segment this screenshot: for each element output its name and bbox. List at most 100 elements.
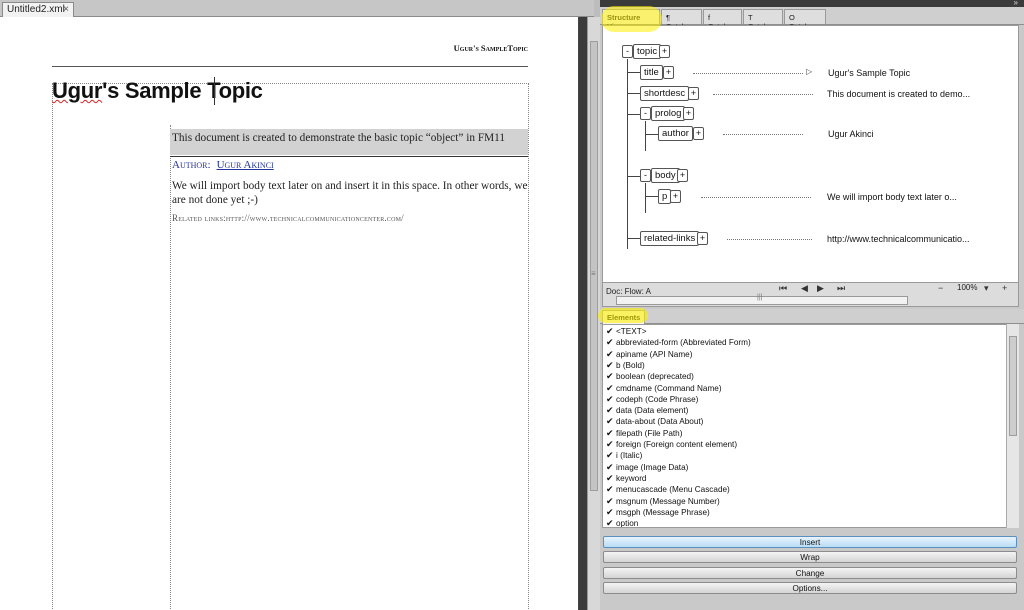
tab-structure-view[interactable]: Structure View	[602, 9, 660, 31]
checkmark-icon: ✔	[606, 427, 614, 438]
last-page-icon[interactable]: ⏭	[837, 283, 845, 294]
node-title[interactable]: title	[640, 65, 663, 80]
checkmark-icon: ✔	[606, 416, 614, 427]
next-page-icon[interactable]: ▶	[817, 283, 824, 294]
related-value: http://www.technicalcommunicatio...	[827, 234, 970, 244]
element-item-label: keyword	[616, 473, 647, 483]
tab-character-catalog[interactable]: f Catalog	[703, 9, 742, 31]
checkmark-icon: ✔	[606, 506, 614, 517]
title-text-marker-icon: ▷	[806, 67, 813, 76]
shortdesc-plus-toggle[interactable]: +	[688, 87, 699, 100]
element-item-label: boolean (deprecated)	[616, 372, 694, 382]
element-item-label: data-about (Data About)	[616, 417, 704, 427]
element-list-item[interactable]: ✔ foreign (Foreign content element)	[606, 439, 737, 450]
options-button[interactable]: Options...	[603, 582, 1017, 594]
element-list-item[interactable]: ✔ apiname (API Name)	[606, 349, 692, 360]
structure-horizontal-scrollbar[interactable]: |||	[616, 294, 908, 305]
element-list-item[interactable]: ✔ i (Italic)	[606, 450, 642, 461]
element-list-item[interactable]: ✔ filepath (File Path)	[606, 428, 682, 439]
element-list-item[interactable]: ✔ codeph (Code Phrase)	[606, 394, 698, 405]
element-list-item[interactable]: ✔ msgnum (Message Number)	[606, 496, 720, 507]
framemaker-window: Untitled2.xml × Ugur's SampleTopic Ugur'…	[0, 0, 1024, 610]
scroll-grip-icon: |||	[757, 294, 763, 301]
structure-view[interactable]: - topic + title + ▷ Ugur's Sample Topic …	[602, 25, 1019, 283]
collapse-panels-icon[interactable]: »	[1014, 0, 1018, 7]
author-line[interactable]: Author: Ugur Akinci	[172, 159, 274, 171]
element-list-item[interactable]: ✔ abbreviated-form (Abbreviated Form)	[606, 337, 751, 348]
element-list-item[interactable]: ✔ keyword	[606, 473, 647, 484]
element-list-item[interactable]: ✔ image (Image Data)	[606, 462, 688, 473]
author-plus-toggle[interactable]: +	[693, 127, 704, 140]
node-shortdesc[interactable]: shortdesc	[640, 86, 690, 101]
element-item-label: data (Data element)	[616, 406, 689, 416]
node-author[interactable]: author	[658, 126, 693, 141]
elements-list[interactable]: ✔ <TEXT> ✔ abbreviated-form (Abbreviated Fo…	[602, 324, 1019, 528]
shortdesc-connector	[627, 93, 640, 94]
element-list-item[interactable]: ✔ cmdname (Command Name)	[606, 383, 722, 394]
element-list-item[interactable]: ✔ msgph (Message Phrase)	[606, 507, 710, 518]
node-related-links[interactable]: related-links	[640, 231, 700, 246]
change-button[interactable]: Change	[603, 567, 1017, 579]
document-tab[interactable]: Untitled2.xml ×	[2, 2, 74, 17]
first-page-icon[interactable]: ⏮	[779, 283, 787, 294]
document-page[interactable]: Ugur's SampleTopic Ugur's Sample Topic T…	[0, 17, 579, 610]
zoom-out-icon[interactable]: −	[938, 283, 943, 293]
prolog-tree-line	[645, 121, 646, 151]
tab-elements[interactable]: Elements	[602, 310, 646, 324]
element-list-item[interactable]: ✔ <TEXT>	[606, 326, 647, 337]
prolog-plus-toggle[interactable]: +	[683, 107, 694, 120]
title-plus-toggle[interactable]: +	[663, 66, 674, 79]
checkmark-icon: ✔	[606, 348, 614, 359]
elements-scroll-thumb[interactable]	[1009, 336, 1017, 436]
element-list-item[interactable]: ✔ data-about (Data About)	[606, 416, 703, 427]
topic-title[interactable]: Ugur's Sample Topic	[52, 78, 263, 104]
wrap-button[interactable]: Wrap	[603, 551, 1017, 563]
previous-page-icon[interactable]: ◀	[801, 283, 808, 294]
structure-tab-bar: Structure View ¶ Catalog f Catalog T Cat…	[600, 7, 1024, 31]
collapse-topic-toggle[interactable]: -	[622, 45, 633, 58]
related-plus-toggle[interactable]: +	[697, 232, 708, 245]
author-dots	[723, 134, 803, 135]
node-prolog[interactable]: prolog	[651, 106, 686, 121]
tab-paragraph-catalog[interactable]: ¶ Catalog	[661, 9, 702, 31]
element-item-label: abbreviated-form (Abbreviated Form)	[616, 338, 751, 348]
element-list-item[interactable]: ✔ menucascade (Menu Cascade)	[606, 484, 730, 495]
close-tab-icon[interactable]: ×	[63, 4, 69, 15]
document-vertical-scrollbar[interactable]: ≡	[587, 17, 600, 610]
p-plus-toggle[interactable]: +	[670, 190, 681, 203]
element-list-item[interactable]: ✔ data (Data element)	[606, 405, 688, 416]
p-connector	[645, 196, 659, 197]
element-list-item[interactable]: ✔ boolean (deprecated)	[606, 371, 694, 382]
collapse-body-toggle[interactable]: -	[640, 169, 651, 182]
tab-table-catalog[interactable]: T Catalog	[743, 9, 783, 31]
element-item-label: cmdname (Command Name)	[616, 383, 722, 393]
zoom-level[interactable]: 100%	[957, 283, 977, 292]
text-cursor	[214, 77, 215, 105]
related-links[interactable]: Related links:http://www.technicalcommun…	[172, 213, 404, 223]
tab-object-catalog[interactable]: O Catalog	[784, 9, 826, 31]
pane-splitter[interactable]	[579, 17, 587, 610]
element-item-label: msgph (Message Phrase)	[616, 507, 710, 517]
element-list-item[interactable]: ✔ option	[606, 518, 638, 528]
element-item-label: menucascade (Menu Cascade)	[616, 485, 730, 495]
structure-status-bar: Doc: Flow: A ⏮ ◀ ▶ ⏭ − 100% ▾ + |||	[602, 283, 1019, 307]
checkmark-icon: ✔	[606, 326, 614, 336]
author-label: Author:	[172, 159, 211, 171]
node-topic[interactable]: topic	[633, 44, 662, 59]
expand-topic-toggle[interactable]: +	[659, 45, 670, 58]
checkmark-icon: ✔	[606, 439, 614, 449]
author-connector	[645, 134, 659, 135]
zoom-dropdown-icon[interactable]: ▾	[984, 283, 989, 294]
zoom-in-icon[interactable]: +	[1002, 283, 1007, 293]
checkmark-icon: ✔	[606, 518, 614, 528]
collapse-prolog-toggle[interactable]: -	[640, 107, 651, 120]
body-paragraph[interactable]: We will import body text later on and in…	[172, 179, 528, 207]
insert-button[interactable]: Insert	[603, 536, 1017, 548]
node-body[interactable]: body	[651, 168, 680, 183]
element-item-label: <TEXT>	[616, 327, 647, 336]
shortdesc-paragraph[interactable]: This document is created to demonstrate …	[170, 129, 528, 155]
scrollbar-thumb[interactable]	[590, 41, 598, 491]
elements-scrollbar[interactable]	[1006, 324, 1019, 528]
body-plus-toggle[interactable]: +	[677, 169, 688, 182]
element-list-item[interactable]: ✔ b (Bold)	[606, 360, 645, 371]
